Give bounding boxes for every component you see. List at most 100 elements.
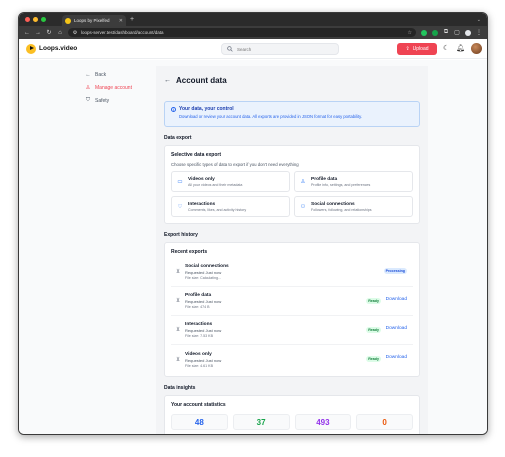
option-desc: Followers, following, and relationships [311, 207, 372, 212]
upload-icon: ⇪ [405, 46, 410, 52]
selective-export-card: Selective data export Choose specific ty… [164, 145, 420, 224]
archive-icon: ⊻ [175, 356, 181, 363]
export-option-profile[interactable]: ♙ Profile data Profile info, settings, a… [294, 171, 413, 192]
profile-avatar-icon[interactable] [465, 29, 471, 36]
extension-shield-icon[interactable] [421, 29, 427, 36]
card-title: Selective data export [171, 152, 222, 158]
export-options-grid: ▭ Videos only All your videos and their … [171, 171, 413, 217]
archive-icon: ⊻ [175, 327, 181, 333]
address-bar[interactable]: ⚙ loops-server.test/dashboard/account/da… [68, 28, 416, 37]
browser-window: Loops by Pixelfed ✕ + ⌄ ← → ↻ ⌂ ⚙ loops-… [18, 12, 488, 435]
export-option-interactions[interactable]: ♡ Interactions Comments, likes, and acti… [171, 196, 290, 217]
option-title: Interactions [188, 201, 216, 207]
download-link[interactable]: Download [386, 355, 407, 360]
heart-icon: ♡ [177, 203, 183, 210]
export-size: File size: 4.61 KB [185, 363, 213, 368]
brand-logo[interactable]: Loops.video [26, 43, 77, 54]
close-window-button[interactable] [25, 17, 30, 22]
forward-nav-icon[interactable]: → [35, 30, 41, 36]
minimize-window-button[interactable] [33, 17, 38, 22]
option-desc: All your videos and their metadata [188, 182, 243, 187]
search-box[interactable] [221, 43, 339, 55]
export-requested: Requested Just now [185, 357, 222, 363]
browser-menu-icon[interactable]: ⋮ [476, 29, 482, 36]
sidebar-toggle-icon[interactable]: ▢ [454, 29, 460, 36]
maximize-window-button[interactable] [41, 17, 46, 22]
search-icon [227, 46, 233, 52]
tab-list-chevron-icon[interactable]: ⌄ [477, 17, 481, 23]
app-header: Loops.video ⇪ Upload ☾ 🔔︎ [19, 39, 487, 59]
sidebar-item-manage-account[interactable]: ♙ Manage account [85, 81, 155, 94]
sidebar-back-link[interactable]: ← Back [85, 68, 155, 81]
section-label-data-export: Data export [164, 135, 192, 141]
user-avatar[interactable] [471, 43, 482, 54]
export-requested: Requested Just now [185, 299, 222, 304]
extension-vpn-icon[interactable] [432, 29, 438, 36]
app-body: ← Back ♙ Manage account ⛉ Safety ← Accou… [19, 60, 487, 434]
export-row: ⊻ Videos only Requested Just now File si… [171, 345, 413, 374]
archive-icon: ⊻ [175, 298, 181, 304]
tab-close-icon[interactable]: ✕ [119, 18, 123, 24]
stat-value: 0 [356, 414, 413, 430]
info-banner: i Your data, your control Download or re… [164, 101, 420, 127]
download-link[interactable]: Download [386, 326, 407, 331]
export-size: File size: 474 B [185, 305, 210, 309]
people-icon: ⚇ [300, 203, 306, 210]
new-tab-icon[interactable]: + [130, 16, 134, 23]
info-text: Download or review your account data. Al… [179, 114, 363, 119]
export-option-videos[interactable]: ▭ Videos only All your videos and their … [171, 171, 290, 192]
option-title: Videos only [188, 176, 215, 182]
option-title: Social connections [311, 201, 355, 207]
sidebar-item-label: Safety [95, 97, 110, 104]
recent-exports-card: Recent exports ⊻ Social connections Requ… [164, 242, 420, 377]
stat-value: 37 [232, 414, 290, 430]
site-info-icon[interactable]: ⚙ [72, 30, 78, 36]
export-option-social[interactable]: ⚇ Social connections Followers, followin… [294, 196, 413, 217]
info-icon: i [171, 107, 176, 112]
window-controls [25, 17, 46, 22]
back-nav-icon[interactable]: ← [24, 30, 30, 36]
option-desc: Profile info, settings, and preferences [311, 182, 371, 187]
archive-icon: ⊻ [175, 269, 181, 275]
dark-mode-moon-icon[interactable]: ☾ [443, 44, 449, 52]
back-arrow-icon: ← [85, 71, 91, 78]
sidebar-back-label: Back [95, 71, 107, 78]
tab-title: Loops by Pixelfed [74, 18, 110, 23]
browser-tab[interactable]: Loops by Pixelfed ✕ [62, 15, 126, 26]
download-link[interactable]: Download [386, 297, 407, 302]
shield-icon: ⛉ [85, 97, 91, 103]
home-icon[interactable]: ⌂ [57, 30, 63, 36]
stat-value: 493 [294, 414, 352, 430]
section-label-data-insights: Data insights [164, 385, 196, 391]
page-title: Account data [176, 75, 227, 85]
loops-logo-icon [26, 43, 36, 54]
export-requested: Requested Just now [185, 270, 222, 275]
export-title: Profile data [185, 293, 212, 298]
card-subtitle: Choose specific types of data to export … [171, 162, 299, 167]
tab-favicon-icon [65, 17, 71, 24]
video-icon: ▭ [177, 178, 183, 185]
exports-list: ⊻ Social connections Requested Just now … [171, 258, 413, 374]
export-row: ⊻ Profile data Requested Just now File s… [171, 287, 413, 316]
status-badge: Ready [366, 327, 381, 333]
info-title: Your data, your control [179, 106, 234, 112]
upload-button[interactable]: ⇪ Upload [397, 43, 437, 55]
option-title: Profile data [311, 176, 338, 182]
sidebar-item-safety[interactable]: ⛉ Safety [85, 94, 155, 107]
export-title: Interactions [185, 322, 213, 327]
bookmark-star-icon[interactable]: ☆ [408, 30, 412, 36]
status-badge: Ready [366, 298, 381, 304]
extensions-puzzle-icon[interactable]: ⧉ [443, 29, 449, 36]
search-input[interactable] [237, 46, 327, 52]
user-icon: ♙ [85, 84, 91, 91]
upload-label: Upload [412, 46, 429, 52]
address-url: loops-server.test/dashboard/account/data [81, 30, 164, 35]
notifications-bell-icon[interactable]: 🔔︎ [456, 44, 465, 52]
export-requested: Requested Just now [185, 328, 222, 333]
card-title: Your account statistics [171, 402, 226, 408]
export-row: ⊻ Social connections Requested Just now … [171, 258, 413, 287]
page-header: ← Account data [164, 74, 428, 86]
export-row: ⊻ Interactions Requested Just now File s… [171, 316, 413, 345]
page-back-arrow-icon[interactable]: ← [164, 77, 171, 84]
reload-icon[interactable]: ↻ [46, 29, 52, 36]
